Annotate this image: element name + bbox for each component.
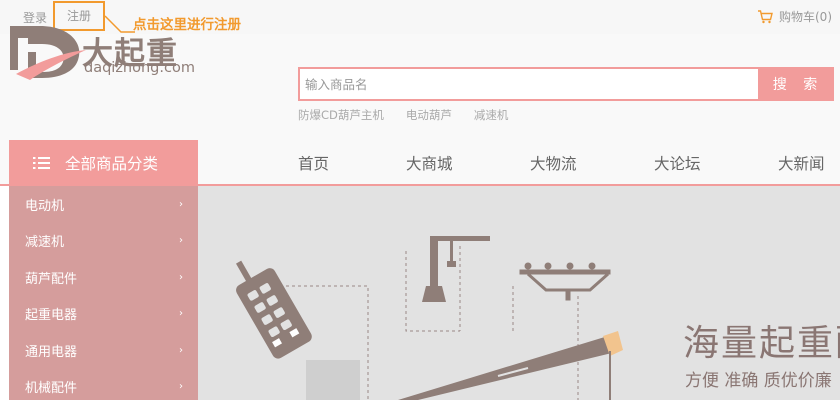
all-categories-label: 全部商品分类: [65, 155, 159, 173]
chevron-right-icon: ›: [179, 198, 183, 210]
chevron-right-icon: ›: [179, 344, 183, 356]
sidebar-item-general-electrics[interactable]: 通用电器 ›: [9, 332, 198, 369]
sidebar-item-label: 通用电器: [25, 344, 78, 360]
sidebar-item-label: 电动机: [25, 198, 65, 214]
search-bar: 搜 索: [298, 67, 834, 101]
hero-banner[interactable]: 海量起重配 方便 准确 质优价廉: [198, 186, 840, 400]
list-icon: [33, 157, 50, 169]
sidebar-item-label: 减速机: [25, 235, 65, 251]
search-input[interactable]: [300, 69, 758, 99]
banner-subtitle: 方便 准确 质优价廉: [685, 371, 832, 391]
search-button[interactable]: 搜 索: [758, 69, 832, 99]
category-sidebar: 电动机 › 减速机 › 葫芦配件 › 起重电器 › 通用电器 › 机械配件 ›: [9, 186, 198, 400]
sidebar-item-motor[interactable]: 电动机 ›: [9, 186, 198, 223]
chevron-right-icon: ›: [179, 271, 183, 283]
sidebar-item-hoist-parts[interactable]: 葫芦配件 ›: [9, 259, 198, 296]
nav-item-logistics[interactable]: 大物流: [530, 152, 577, 174]
chevron-right-icon: ›: [179, 381, 183, 393]
sidebar-item-mechanical-parts[interactable]: 机械配件 ›: [9, 369, 198, 400]
nav-item-mall[interactable]: 大商城: [406, 152, 453, 174]
chevron-right-icon: ›: [179, 308, 183, 320]
banner-title: 海量起重配: [683, 323, 840, 364]
sidebar-item-crane-electrics[interactable]: 起重电器 ›: [9, 296, 198, 333]
sidebar-item-label: 葫芦配件: [25, 271, 78, 287]
nav-item-home[interactable]: 首页: [298, 152, 329, 174]
trolley-rail-icon: [519, 262, 611, 301]
logo-d-mark: [10, 26, 86, 80]
sidebar-item-label: 机械配件: [25, 381, 78, 397]
crane-boom-icon: [398, 331, 623, 400]
cart-link[interactable]: 购物车(0): [757, 8, 832, 25]
sidebar-item-label: 起重电器: [25, 308, 78, 324]
hot-word-link[interactable]: 电动葫芦: [406, 107, 452, 123]
hot-word-link[interactable]: 减速机: [474, 107, 509, 123]
hot-word-link[interactable]: 防爆CD葫芦主机: [298, 107, 384, 123]
chevron-right-icon: ›: [179, 235, 183, 247]
remote-control-icon: [236, 260, 312, 359]
main-nav: 全部商品分类 首页 大商城 大物流 大论坛 大新闻: [0, 140, 840, 186]
sidebar-item-reducer[interactable]: 减速机 ›: [9, 223, 198, 260]
hot-search-words: 防爆CD葫芦主机 电动葫芦 减速机: [298, 107, 508, 123]
all-categories-button[interactable]: 全部商品分类: [9, 140, 198, 186]
cart-label: 购物车(0): [779, 10, 832, 24]
cart-icon: [758, 9, 773, 23]
jib-crane-icon: [422, 236, 490, 302]
nav-item-forum[interactable]: 大论坛: [654, 152, 701, 174]
nav-item-news[interactable]: 大新闻: [778, 152, 825, 174]
logo-text-en: daqizhong.com: [84, 60, 195, 76]
